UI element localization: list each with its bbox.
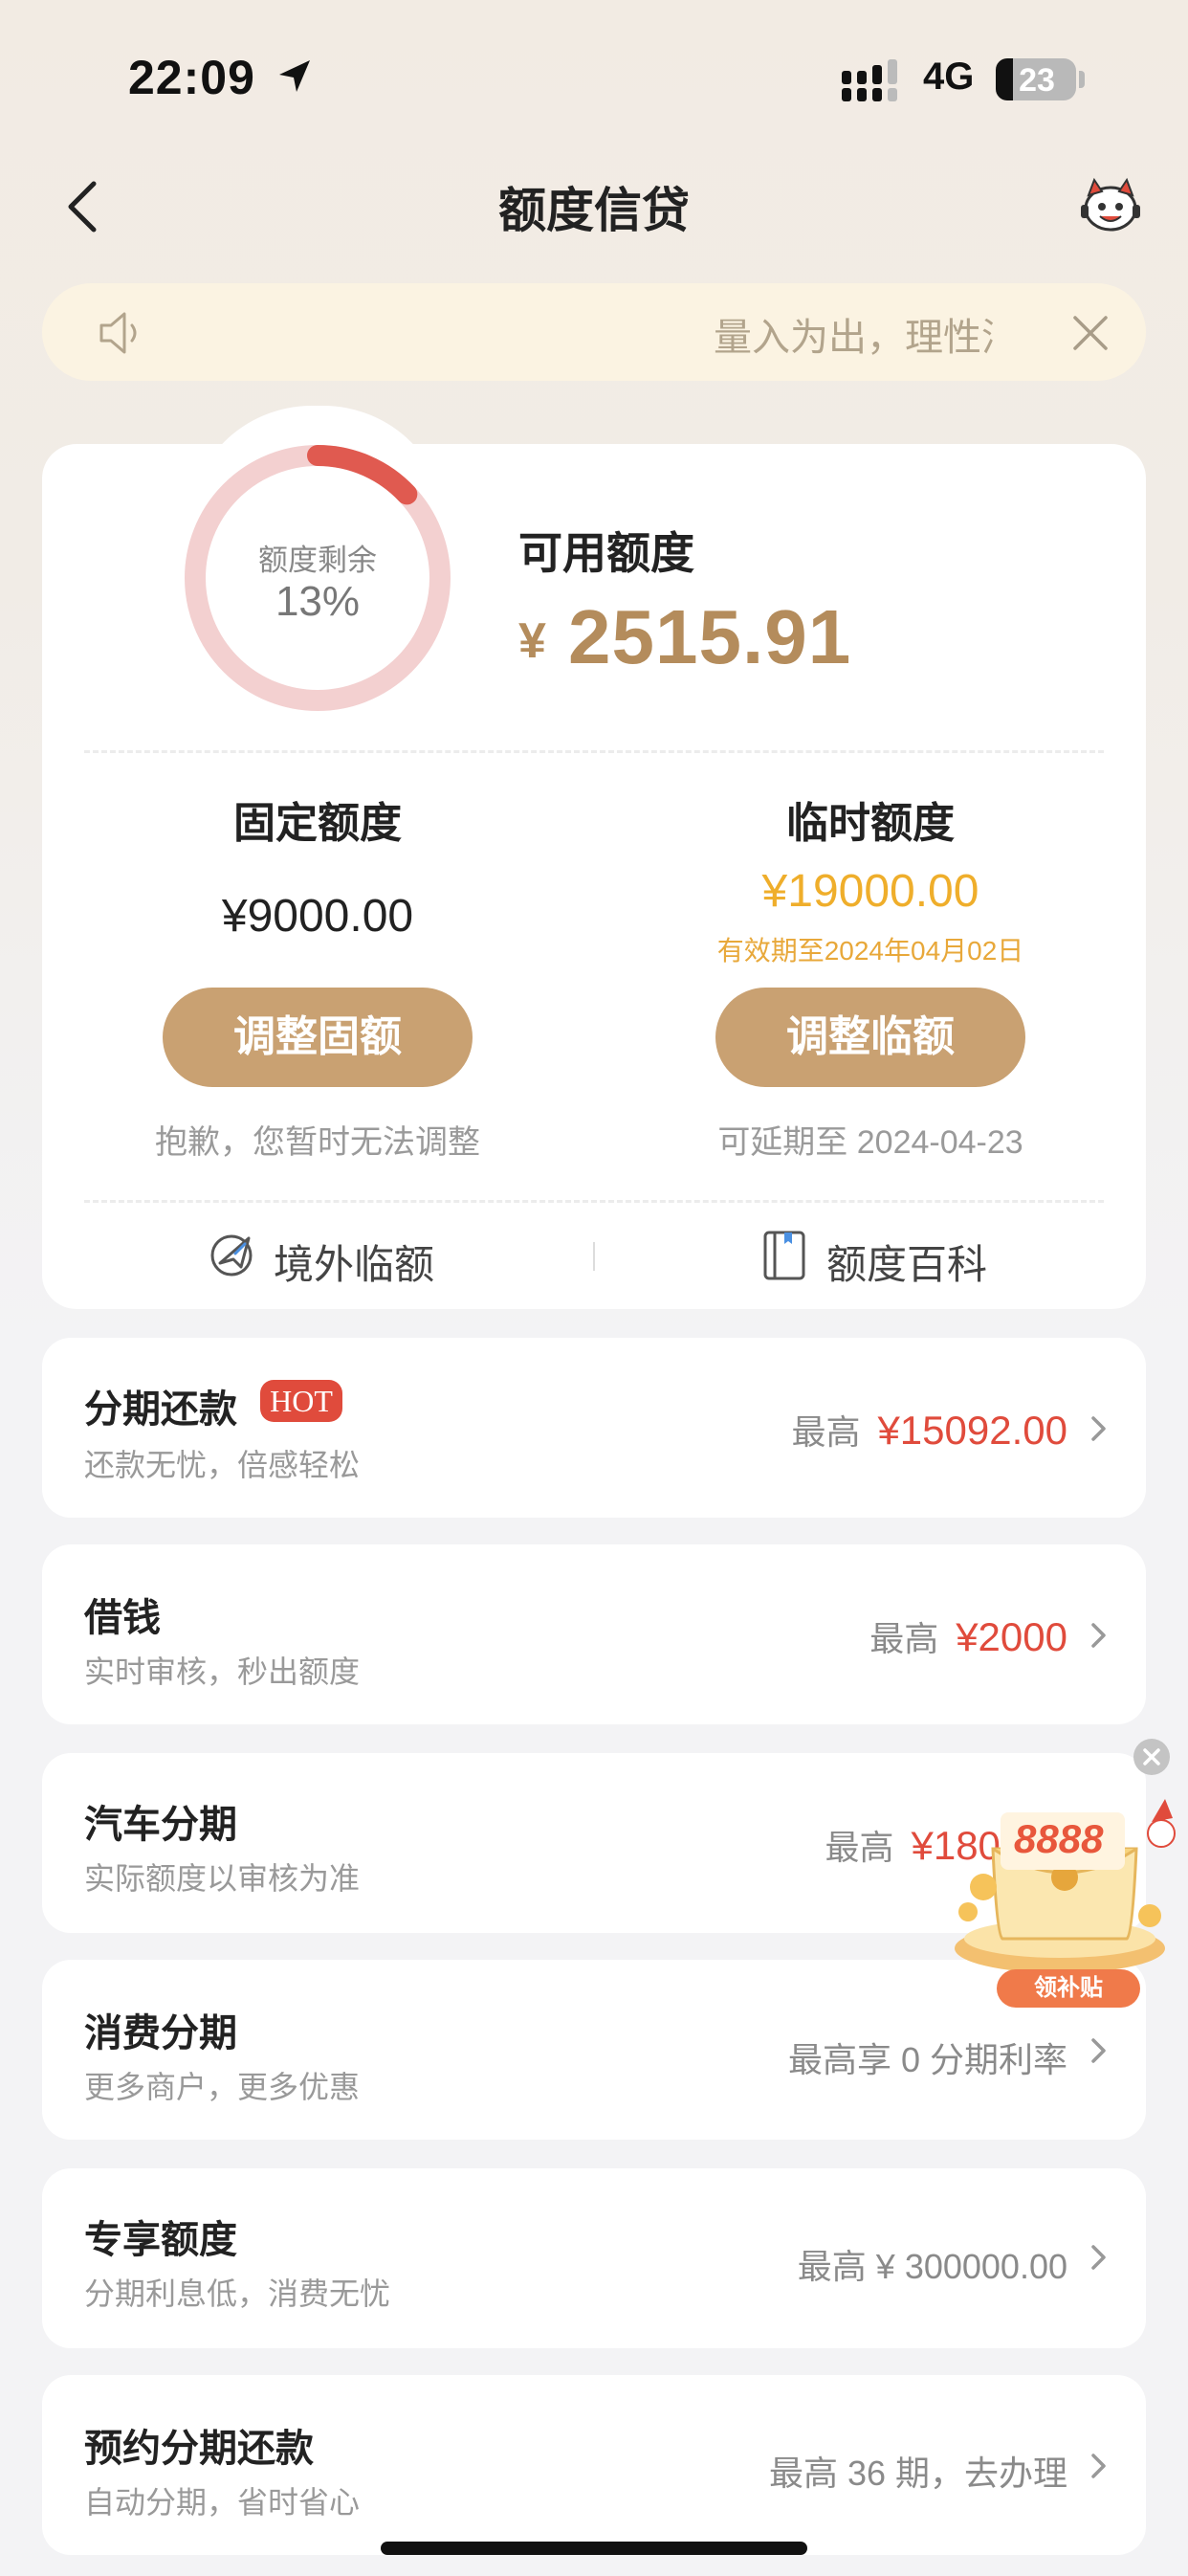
home-indicator	[381, 2542, 807, 2555]
chevron-right-icon	[1091, 2038, 1106, 2063]
limit-value: ¥15092.00	[877, 1408, 1067, 1453]
ring-percent: 13%	[275, 578, 361, 625]
row-subtitle: 还款无忧，倍感轻松	[84, 1448, 361, 1482]
row-limit-text: 最高 ¥ 300000.00	[797, 2247, 1067, 2286]
temp-quota-amount: ¥19000.00	[761, 866, 979, 917]
row-limit: 最高 ¥15092.00	[791, 1405, 1067, 1455]
row-title: 借钱	[84, 1597, 161, 1639]
battery-icon: 23	[996, 58, 1076, 100]
battery-tip	[1079, 71, 1085, 88]
limit-prefix: 最高	[825, 1828, 894, 1867]
divider	[84, 1200, 1104, 1203]
book-icon	[763, 1231, 805, 1280]
quota-wiki-link[interactable]: 额度百科	[761, 1227, 1001, 1288]
overseas-quota-label: 境外临额	[274, 1242, 435, 1287]
location-arrow-icon	[279, 60, 310, 92]
fixed-quota-title: 固定额度	[233, 800, 402, 847]
plane-globe-icon	[210, 1234, 253, 1277]
row-title: 分期还款	[84, 1388, 237, 1431]
available-quota-label: 可用额度	[518, 528, 694, 578]
limit-value: ¥2000	[956, 1614, 1067, 1659]
divider	[84, 750, 1104, 753]
notice-text: 量入为出，理性消费	[714, 317, 995, 359]
row-title: 专享额度	[84, 2219, 237, 2261]
fixed-quota-note: 抱歉，您暂时无法调整	[155, 1124, 480, 1161]
promo-close-icon[interactable]	[1133, 1738, 1171, 1776]
available-quota-amount: 2515.91	[568, 594, 852, 679]
adjust-fixed-button[interactable]: 调整固额	[163, 988, 473, 1087]
close-icon[interactable]	[1071, 314, 1110, 352]
temp-quota-title: 临时额度	[786, 800, 955, 847]
quota-wiki-label: 额度百科	[826, 1242, 988, 1287]
row-subtitle: 分期利息低，消费无忧	[84, 2276, 391, 2311]
chevron-right-icon	[1091, 2454, 1106, 2478]
adjust-temp-button[interactable]: 调整临额	[715, 988, 1025, 1087]
promo-amount: 8888	[1014, 1816, 1104, 1861]
row-limit: 最高 ¥2000	[869, 1611, 1067, 1661]
fixed-quota-amount: ¥9000.00	[221, 891, 414, 942]
row-subtitle: 更多商户，更多优惠	[84, 2070, 361, 2104]
overseas-quota-link[interactable]: 境外临额	[207, 1227, 446, 1288]
row-title: 预约分期还款	[84, 2428, 314, 2470]
status-time: 22:09	[128, 51, 255, 104]
row-subtitle: 自动分期，省时省心	[84, 2485, 361, 2520]
limit-prefix: 最高	[791, 1412, 861, 1452]
limit-prefix: 最高	[869, 1619, 939, 1658]
promo-label: 领补贴	[997, 1969, 1140, 2008]
row-subtitle: 实际额度以审核为准	[84, 1861, 361, 1896]
link-separator	[593, 1242, 595, 1271]
hot-badge: HOT	[260, 1380, 342, 1422]
battery-level: 23	[1019, 62, 1055, 99]
row-limit-text: 最高 36 期，去办理	[768, 2454, 1067, 2493]
cellular-signal-icon	[842, 59, 897, 101]
row-title: 消费分期	[84, 2012, 237, 2054]
row-limit-text: 最高享 0 分期利率	[787, 2040, 1067, 2079]
network-type: 4G	[923, 56, 975, 98]
ring-label: 额度剩余	[258, 544, 377, 577]
speaker-icon	[99, 312, 137, 354]
customer-service-mascot-icon[interactable]	[1079, 176, 1142, 233]
currency-symbol: ¥	[518, 613, 546, 669]
chevron-right-icon	[1091, 1623, 1106, 1648]
row-subtitle: 实时审核，秒出额度	[84, 1654, 361, 1689]
chevron-right-icon	[1091, 2245, 1106, 2270]
row-title: 汽车分期	[84, 1804, 237, 1846]
temp-quota-note: 可延期至 2024-04-23	[717, 1124, 1023, 1161]
page-title: 额度信贷	[498, 184, 690, 237]
chevron-right-icon	[1091, 1416, 1106, 1441]
temp-quota-validity: 有效期至2024年04月02日	[716, 936, 1024, 966]
